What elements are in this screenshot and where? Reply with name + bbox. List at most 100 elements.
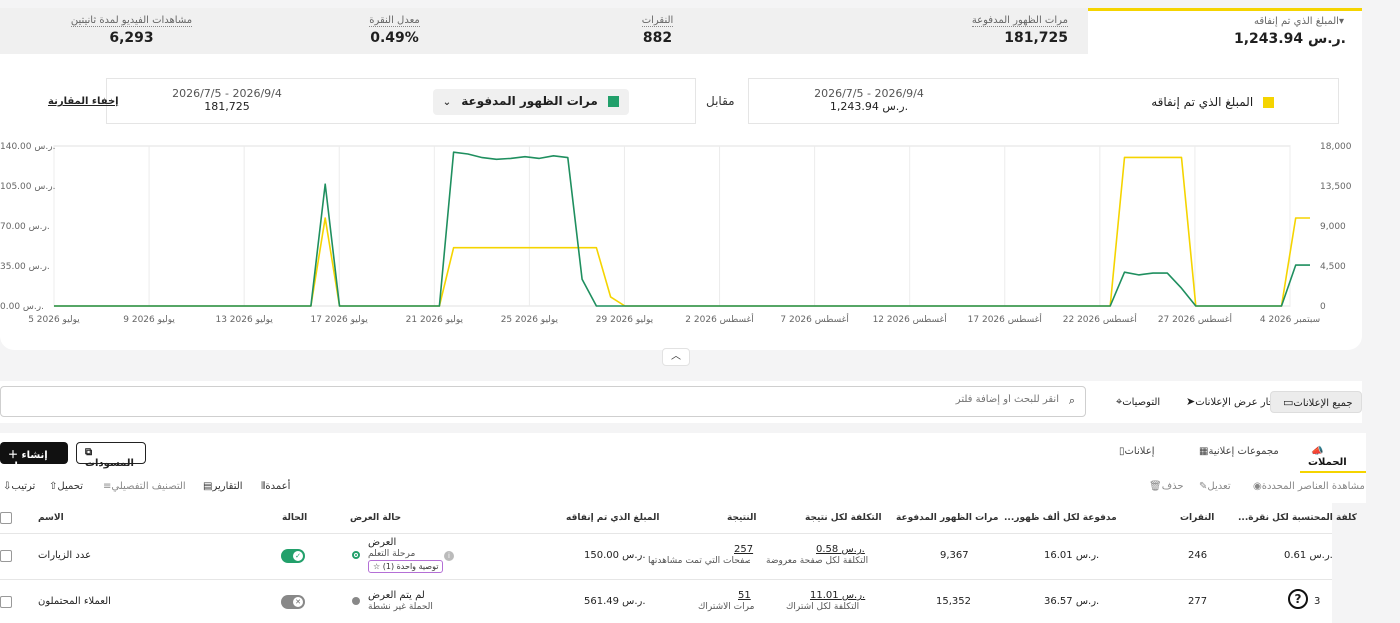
col-spend[interactable]: المبلغ الذي تم إنفاقه	[566, 513, 659, 523]
metric-value: 0.49%	[370, 30, 419, 46]
spend-value: 561.49 ر.س.	[584, 596, 646, 607]
primary-range: 2026/7/5 - 2026/9/4	[814, 87, 924, 100]
recommendations-button[interactable]: ⌖التوصيات	[1104, 391, 1168, 413]
col-impressions[interactable]: مرات الظهور المدفوعة	[896, 513, 998, 523]
x-tick-label: 4 سبتمبر 2026	[1260, 315, 1320, 325]
info-icon[interactable]: i	[444, 551, 454, 561]
breakdown-button[interactable]: ≡التصنيف التفصيلي	[100, 481, 186, 492]
campaign-name[interactable]: عدد الزيارات	[38, 550, 91, 561]
y-left-tick-label: 105.00 ر.س.	[0, 182, 55, 192]
status-toggle[interactable]: ✓	[281, 549, 305, 563]
drafts-icon: ⧉	[85, 447, 93, 458]
campaign-name[interactable]: العملاء المحتملون	[38, 596, 111, 607]
metric-impressions[interactable]: مرات الظهور المدفوعة 181,725	[789, 8, 1088, 54]
primary-metric-name: المبلغ الذي تم إنفاقه	[1151, 95, 1254, 109]
eye-icon: ◉	[1253, 481, 1262, 492]
view-selected-button[interactable]: ◉مشاهدة العناصر المحددة	[1250, 481, 1365, 492]
col-clicks[interactable]: النقرات	[1180, 513, 1214, 523]
metric-clicks[interactable]: النقرات 882	[526, 8, 789, 54]
col-name[interactable]: الاسم	[38, 513, 64, 523]
search-input[interactable]	[459, 394, 1059, 405]
col-cpc[interactable]: ...كلفة المحتسبة لكل نقرة	[1238, 513, 1357, 523]
drafts-button[interactable]: ⧉ المسودات	[76, 442, 146, 469]
secondary-range: 2026/7/5 - 2026/9/4	[172, 87, 282, 100]
cpc-value: 3	[1314, 596, 1321, 607]
delivery-status-dot	[352, 551, 360, 559]
delivery-sub: الحملة غير نشطة	[368, 602, 433, 612]
hide-comparison-link[interactable]: إخفاء المقارنة	[48, 96, 119, 107]
all-ads-button[interactable]: ▭جميع الإعلانات	[1270, 391, 1362, 413]
clicks-value: 246	[1188, 550, 1208, 561]
plus-icon: ＋	[8, 450, 18, 461]
impressions-value: 15,352	[936, 596, 971, 607]
spend-value: 150.00 ر.س.	[584, 550, 646, 561]
row-checkbox[interactable]	[0, 550, 12, 562]
secondary-metric-box: ⌄ مرات الظهور المدفوعة 2026/7/5 - 2026/9…	[106, 78, 696, 124]
running-ads-button[interactable]: ➤جار عرض الإعلانات	[1174, 391, 1283, 413]
y-right-tick-label: 0	[1320, 302, 1326, 312]
sort-button[interactable]: ⇩ترتيب	[0, 481, 35, 492]
metric-value: 6,293	[109, 30, 154, 46]
row-checkbox[interactable]	[0, 596, 12, 608]
plot-frame	[53, 145, 1291, 307]
metric-value: 181,725	[1004, 30, 1068, 46]
metric-label: معدل النقرة	[369, 15, 420, 27]
delivery-status: لم يتم العرض	[368, 590, 425, 601]
collapse-chart-button[interactable]: ︿	[662, 348, 690, 366]
tab-ads[interactable]: ▯إعلانات	[1108, 433, 1162, 473]
tab-adgroups[interactable]: ▦مجموعات إعلانية	[1188, 433, 1287, 473]
search-box[interactable]: ⌕	[0, 386, 1086, 417]
x-tick-label: 22 أغسطس 2026	[1063, 313, 1137, 325]
search-row: ⌕ ⌖التوصيات ➤جار عرض الإعلانات ▭جميع الإ…	[0, 381, 1362, 423]
y-left-tick-label: 70.00 ر.س.	[0, 222, 50, 232]
x-tick-label: 2 أغسطس 2026	[685, 313, 753, 325]
green-swatch-icon	[608, 96, 619, 107]
recommendation-badge[interactable]: ☆ توصية واحدة (1)	[368, 560, 444, 573]
columns-button[interactable]: ⦀أعمدة	[258, 481, 290, 492]
tab-campaigns[interactable]: 📣الحملات	[1300, 433, 1366, 473]
result-sub: مرات الاشتراك	[698, 602, 755, 612]
x-tick-label: 5 يوليو 2026	[28, 315, 80, 325]
metric-spend[interactable]: المبلغ الذي تم إنفاقه 1,243.94 ر.س.	[1088, 8, 1362, 54]
trash-icon: 🗑	[1149, 481, 1162, 492]
result-sub: الصفحات التي تمت مشاهدتها	[648, 556, 750, 566]
reports-button[interactable]: ▤التقارير	[200, 481, 243, 492]
edit-button[interactable]: ✎تعديل	[1196, 481, 1231, 492]
delete-button[interactable]: 🗑حذف	[1146, 481, 1184, 492]
col-status[interactable]: الحالة	[282, 513, 307, 523]
status-toggle[interactable]: ✕	[281, 595, 305, 609]
x-tick-label: 29 يوليو 2026	[596, 315, 654, 325]
series-line-impressions	[54, 151, 1310, 307]
line-chart: 5 يوليو 2026 9 يوليو 2026 13 يوليو 2026 17 …	[0, 142, 1352, 325]
select-all-checkbox[interactable]	[0, 512, 12, 524]
page-scrollbar[interactable]	[1390, 0, 1400, 623]
result-value[interactable]: 51	[738, 590, 751, 601]
x-tick-label: 9 يوليو 2026	[123, 315, 175, 325]
download-button[interactable]: ⇧تحميل	[46, 481, 83, 492]
col-cpm[interactable]: ...مدفوعة لكل ألف ظهور	[1004, 513, 1117, 523]
help-icon[interactable]: ?	[1288, 589, 1308, 609]
metric-ctr[interactable]: معدل النقرة 0.49%	[263, 8, 526, 54]
check-icon: ✓	[293, 551, 303, 561]
cost-per-result-value[interactable]: 11.01 ر.س.	[810, 590, 865, 601]
col-delivery[interactable]: حالة العرض	[350, 513, 401, 523]
sparkle-icon: ☆	[373, 562, 381, 571]
y-left-tick-label: 0.00 ر.س.	[0, 302, 44, 312]
tabs-row: ＋ إنشاء حملة ⧉ المسودات ▯إعلانات ▦مجموعا…	[0, 433, 1366, 473]
x-tick-label: 17 يوليو 2026	[311, 315, 369, 325]
col-result[interactable]: النتيجة	[727, 513, 756, 523]
primary-metric-box[interactable]: المبلغ الذي تم إنفاقه 2026/7/5 - 2026/9/…	[748, 78, 1339, 124]
chevron-up-icon: ︿	[671, 351, 681, 362]
create-campaign-button[interactable]: ＋ إنشاء حملة	[0, 442, 68, 472]
metric-video-views[interactable]: مشاهدات الفيديو لمدة ثانيتين 6,293	[0, 8, 263, 54]
secondary-metric-dropdown[interactable]: ⌄ مرات الظهور المدفوعة	[432, 89, 629, 115]
x-tick-label: 25 يوليو 2026	[501, 315, 559, 325]
metrics-strip: المبلغ الذي تم إنفاقه 1,243.94 ر.س. مرات…	[0, 8, 1362, 54]
result-value[interactable]: 257	[734, 544, 753, 555]
metric-label: المبلغ الذي تم إنفاقه	[1104, 16, 1346, 27]
y-right-tick-label: 4,500	[1320, 262, 1346, 272]
col-cost-per-result[interactable]: التكلفة لكل نتيجة	[805, 513, 882, 523]
y-left-tick-label: 35.00 ر.س.	[0, 262, 50, 272]
impressions-value: 9,367	[940, 550, 969, 561]
cost-per-result-value[interactable]: 0.58 ر.س.	[816, 544, 865, 555]
